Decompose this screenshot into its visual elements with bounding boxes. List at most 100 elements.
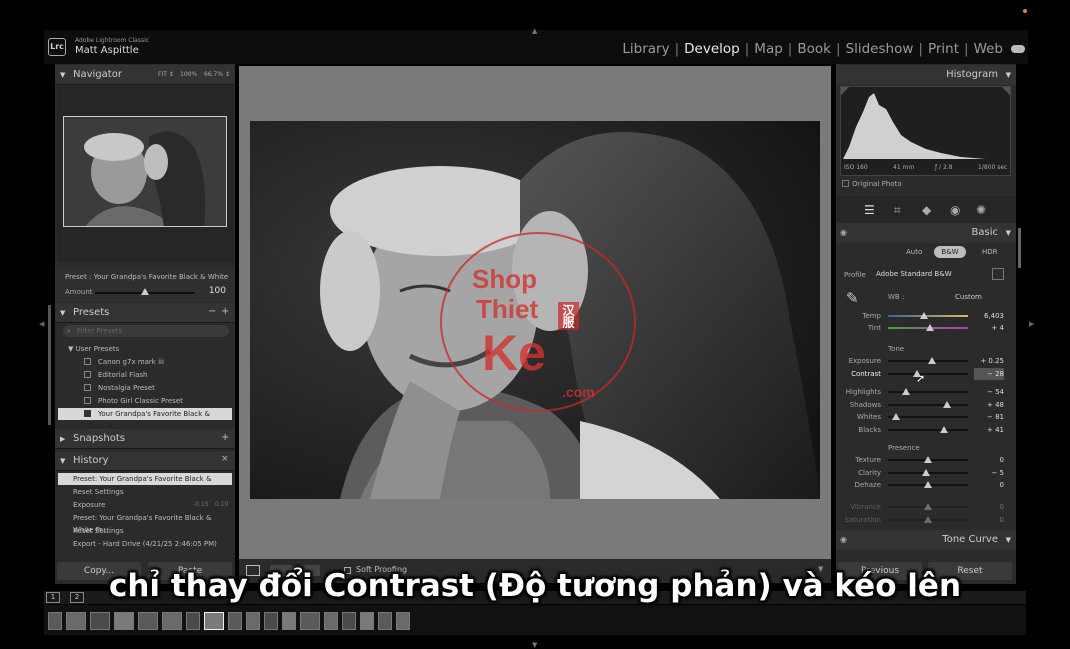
- slider-thumb[interactable]: [925, 324, 934, 331]
- slider-contrast[interactable]: Contrast − 28: [836, 367, 1016, 380]
- zoom-100[interactable]: 100%: [180, 71, 197, 78]
- slider-highlights[interactable]: Highlights − 54: [836, 386, 1016, 398]
- module-book[interactable]: Book: [795, 41, 833, 57]
- right-panel-toggle-icon[interactable]: ▶: [1029, 320, 1034, 328]
- navigator-thumbnail[interactable]: [63, 116, 227, 227]
- wb-select[interactable]: Custom: [955, 293, 982, 301]
- history-item[interactable]: Preset: Your Grandpa's Favorite Black & …: [58, 512, 232, 534]
- module-web[interactable]: Web: [972, 41, 1005, 57]
- slider-value[interactable]: − 5: [974, 467, 1004, 479]
- slider-thumb[interactable]: [902, 388, 911, 395]
- slider-track[interactable]: [888, 315, 968, 317]
- slider-thumb[interactable]: [928, 357, 936, 364]
- histogram-header[interactable]: Histogram ▼: [836, 65, 1016, 85]
- filmstrip-thumbnail[interactable]: [324, 612, 338, 630]
- collapse-top-icon[interactable]: ▲: [532, 27, 537, 35]
- history-item[interactable]: Reset Settings: [58, 486, 232, 498]
- slider-dehaze[interactable]: Dehaze 0: [836, 479, 1016, 491]
- slider-value[interactable]: 0: [974, 514, 1004, 526]
- slider-track[interactable]: [888, 416, 968, 418]
- presets-minus-icon[interactable]: −: [208, 306, 216, 317]
- histogram-graph[interactable]: [840, 86, 1011, 176]
- slider-thumb[interactable]: [943, 400, 952, 408]
- preset-item[interactable]: Photo Girl Classic Preset: [58, 395, 232, 407]
- slider-whites[interactable]: Whites − 81: [836, 411, 1016, 423]
- crop-icon[interactable]: ⌗: [894, 203, 901, 218]
- preset-item[interactable]: Canon g7x mark iii: [58, 356, 232, 368]
- slider-value[interactable]: + 4: [974, 322, 1004, 334]
- preset-group[interactable]: ▼ User Presets: [58, 343, 232, 355]
- slider-clarity[interactable]: Clarity − 5: [836, 467, 1016, 479]
- slider-value[interactable]: 0: [974, 454, 1004, 466]
- right-scrollbar[interactable]: [1018, 228, 1021, 268]
- slider-value[interactable]: − 81: [974, 411, 1004, 423]
- slider-value[interactable]: 0: [974, 501, 1004, 513]
- presets-search-input[interactable]: ⌕ Filter Presets: [63, 325, 229, 337]
- slider-thumb[interactable]: [892, 413, 900, 420]
- red-eye-icon[interactable]: ◉: [950, 203, 960, 217]
- snapshots-add-icon[interactable]: +: [221, 432, 229, 443]
- slider-track[interactable]: [888, 372, 968, 375]
- treatment-bw[interactable]: B&W: [934, 246, 966, 258]
- filmstrip-thumbnail[interactable]: [114, 612, 134, 630]
- filmstrip-thumbnail[interactable]: [90, 612, 110, 630]
- original-photo-checkbox[interactable]: [842, 180, 849, 187]
- snapshots-header[interactable]: ▶ Snapshots: [55, 429, 235, 449]
- filmstrip-thumbnail[interactable]: [300, 612, 320, 630]
- slider-value[interactable]: + 48: [974, 399, 1004, 411]
- profile-select[interactable]: Adobe Standard B&W: [876, 270, 952, 278]
- filmstrip-thumbnail[interactable]: [66, 612, 86, 630]
- presets-add-icon[interactable]: +: [221, 306, 229, 317]
- slider-thumb[interactable]: [922, 468, 931, 476]
- module-develop[interactable]: Develop: [682, 41, 742, 57]
- slider-track[interactable]: [888, 403, 968, 406]
- slider-thumb[interactable]: [940, 425, 948, 433]
- filmstrip-thumbnail[interactable]: [396, 612, 410, 630]
- tone-curve-header[interactable]: Tone Curve ▼: [836, 530, 1016, 550]
- treatment-hdr[interactable]: HDR: [982, 248, 998, 256]
- module-print[interactable]: Print: [926, 41, 961, 57]
- profile-browser-icon[interactable]: [992, 268, 1004, 280]
- preset-item[interactable]: Editorial Flash: [58, 369, 232, 381]
- filmstrip-thumbnail[interactable]: [360, 612, 374, 630]
- wb-eyedropper-icon[interactable]: ✎: [846, 289, 859, 307]
- left-panel-toggle-icon[interactable]: ◀: [39, 320, 44, 328]
- slider-value[interactable]: 6,403: [974, 310, 1004, 322]
- edit-sliders-icon[interactable]: ☰: [864, 203, 875, 217]
- left-scrollbar[interactable]: [48, 305, 51, 425]
- history-item[interactable]: Preset: Your Grandpa's Favorite Black & …: [58, 473, 232, 495]
- history-item[interactable]: Reset Settings: [58, 525, 232, 537]
- slider-saturation[interactable]: Saturation 0: [836, 514, 1016, 526]
- slider-texture[interactable]: Texture 0: [836, 454, 1016, 466]
- slider-thumb[interactable]: [924, 481, 932, 488]
- slider-value[interactable]: − 54: [974, 386, 1004, 398]
- history-clear-icon[interactable]: ×: [221, 454, 229, 464]
- visibility-eye-icon[interactable]: ◉: [840, 228, 847, 237]
- slider-track[interactable]: [888, 391, 968, 393]
- slider-exposure[interactable]: Exposure + 0.25: [836, 355, 1016, 367]
- filmstrip-thumbnail[interactable]: [342, 612, 356, 630]
- slider-temp[interactable]: Temp 6,403: [836, 310, 1016, 322]
- slider-vibrance[interactable]: Vibrance 0: [836, 501, 1016, 513]
- cloud-icon[interactable]: [1011, 45, 1025, 53]
- slider-value[interactable]: − 28: [974, 367, 1004, 380]
- collapse-bottom-icon[interactable]: ▼: [532, 641, 537, 649]
- zoom-fit[interactable]: FIT ↕: [158, 71, 174, 78]
- filmstrip-thumbnail[interactable]: [282, 612, 296, 630]
- filmstrip-thumbnail[interactable]: [228, 612, 242, 630]
- filmstrip-thumbnail[interactable]: [48, 612, 62, 630]
- zoom-667[interactable]: 66.7% ↕: [204, 71, 230, 78]
- healing-icon[interactable]: ◆: [922, 203, 931, 217]
- history-item[interactable]: Exposure -0.15 0.10: [58, 499, 232, 511]
- history-header[interactable]: ▼ History: [55, 451, 235, 471]
- slider-thumb[interactable]: [924, 503, 932, 510]
- module-map[interactable]: Map: [752, 41, 785, 57]
- filmstrip-thumbnail[interactable]: [138, 612, 158, 630]
- module-library[interactable]: Library: [620, 41, 671, 57]
- filmstrip-thumbnail[interactable]: [378, 612, 392, 630]
- visibility-eye-icon[interactable]: ◉: [840, 535, 847, 544]
- history-item[interactable]: Export - Hard Drive (4/21/25 2:46:05 PM): [58, 538, 232, 550]
- module-slideshow[interactable]: Slideshow: [844, 41, 916, 57]
- slider-thumb[interactable]: [924, 515, 932, 523]
- slider-tint[interactable]: Tint + 4: [836, 322, 1016, 334]
